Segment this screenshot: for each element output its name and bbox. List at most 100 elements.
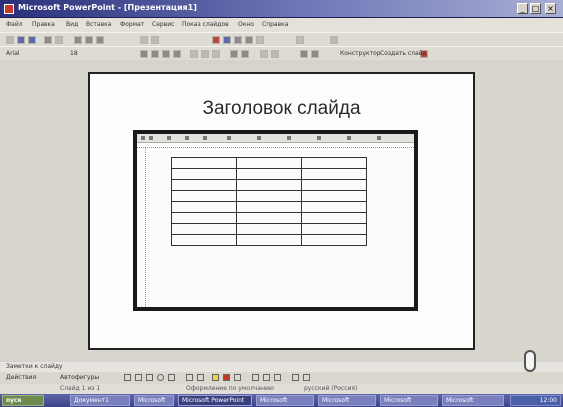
wordart-icon[interactable] — [186, 374, 193, 381]
bold-icon[interactable] — [140, 50, 148, 58]
insert-chart-icon[interactable] — [245, 36, 253, 44]
minimize-button[interactable]: _ — [517, 3, 528, 14]
align-right-icon[interactable] — [212, 50, 220, 58]
table-cell[interactable] — [301, 201, 367, 213]
table-cell[interactable] — [171, 201, 237, 213]
table-cell[interactable] — [171, 212, 237, 224]
taskbar-item[interactable]: Microsoft — [442, 395, 504, 406]
oval-icon[interactable] — [157, 374, 164, 381]
increase-font-icon[interactable] — [260, 50, 268, 58]
tables-icon[interactable] — [223, 36, 231, 44]
print-icon[interactable] — [44, 36, 52, 44]
table-cell[interactable] — [171, 179, 237, 191]
copy-icon[interactable] — [85, 36, 93, 44]
system-tray-clock[interactable]: 12:00 — [510, 395, 561, 406]
3d-icon[interactable] — [303, 374, 310, 381]
table-grid[interactable] — [171, 157, 367, 246]
preview-icon[interactable] — [55, 36, 63, 44]
menu-format[interactable]: Формат — [120, 21, 144, 28]
line-color-icon[interactable] — [223, 374, 230, 381]
align-left-icon[interactable] — [190, 50, 198, 58]
zoom-icon[interactable] — [296, 36, 304, 44]
table-cell[interactable] — [171, 190, 237, 202]
italic-icon[interactable] — [151, 50, 159, 58]
autoshapes-menu[interactable]: Автофигуры — [60, 374, 99, 381]
design-button[interactable]: Конструктор — [340, 50, 381, 57]
taskbar-item[interactable]: Документ1 — [70, 395, 130, 406]
taskbar-item[interactable]: Microsoft — [318, 395, 376, 406]
table-cell[interactable] — [301, 212, 367, 224]
table-cell[interactable] — [301, 179, 367, 191]
menu-view[interactable]: Вид — [66, 21, 78, 28]
slide[interactable]: Заголовок слайда — [88, 72, 475, 350]
redo-icon[interactable] — [151, 36, 159, 44]
menu-slideshow[interactable]: Показ слайдов — [182, 21, 229, 28]
menu-window[interactable]: Окно — [238, 21, 254, 28]
font-color-draw-icon[interactable] — [234, 374, 241, 381]
arrow-icon[interactable] — [135, 374, 142, 381]
table-cell[interactable] — [301, 168, 367, 180]
line-icon[interactable] — [124, 374, 131, 381]
line-style-icon[interactable] — [252, 374, 259, 381]
menu-edit[interactable]: Правка — [32, 21, 55, 28]
taskbar-item-active[interactable]: Microsoft PowerPoint — [178, 395, 252, 406]
table-cell[interactable] — [236, 234, 302, 246]
maximize-button[interactable]: □ — [530, 3, 541, 14]
clipart-icon[interactable] — [197, 374, 204, 381]
paste-icon[interactable] — [96, 36, 104, 44]
shadow-icon[interactable] — [173, 50, 181, 58]
rectangle-icon[interactable] — [146, 374, 153, 381]
table-cell[interactable] — [236, 168, 302, 180]
start-button[interactable]: пуск — [2, 395, 44, 406]
table-cell[interactable] — [171, 168, 237, 180]
menu-tools[interactable]: Сервис — [152, 21, 174, 28]
table-cell[interactable] — [301, 190, 367, 202]
arrow-style-icon[interactable] — [274, 374, 281, 381]
grayscale-icon[interactable] — [256, 36, 264, 44]
menu-file[interactable]: Файл — [6, 21, 23, 28]
demote-icon[interactable] — [300, 50, 308, 58]
font-size-select[interactable]: 18 — [70, 50, 78, 57]
underline-icon[interactable] — [162, 50, 170, 58]
table-cell[interactable] — [236, 201, 302, 213]
table-cell[interactable] — [171, 234, 237, 246]
textbox-icon[interactable] — [168, 374, 175, 381]
table-cell[interactable] — [236, 212, 302, 224]
new-slide-button[interactable]: Создать слайд — [380, 50, 427, 57]
table-cell[interactable] — [301, 223, 367, 235]
fill-color-icon[interactable] — [212, 374, 219, 381]
embedded-word-table[interactable] — [133, 130, 418, 311]
save-icon[interactable] — [28, 36, 36, 44]
table-cell[interactable] — [236, 190, 302, 202]
insert-table-icon[interactable] — [234, 36, 242, 44]
undo-icon[interactable] — [140, 36, 148, 44]
table-cell[interactable] — [301, 234, 367, 246]
table-cell[interactable] — [236, 223, 302, 235]
taskbar-item[interactable]: Microsoft — [380, 395, 438, 406]
shadow-draw-icon[interactable] — [292, 374, 299, 381]
hyperlink-icon[interactable] — [212, 36, 220, 44]
help-icon[interactable] — [330, 36, 338, 44]
table-cell[interactable] — [301, 157, 367, 169]
decrease-font-icon[interactable] — [271, 50, 279, 58]
close-button[interactable]: × — [545, 3, 556, 14]
open-icon[interactable] — [17, 36, 25, 44]
new-icon[interactable] — [6, 36, 14, 44]
table-cell[interactable] — [171, 223, 237, 235]
notes-pane[interactable]: Заметки к слайду — [0, 362, 563, 372]
draw-menu[interactable]: Действия — [6, 374, 36, 381]
slide-title[interactable]: Заголовок слайда — [90, 98, 473, 120]
numbering-icon[interactable] — [230, 50, 238, 58]
dash-style-icon[interactable] — [263, 374, 270, 381]
menu-insert[interactable]: Вставка — [86, 21, 111, 28]
taskbar-item[interactable]: Microsoft — [134, 395, 174, 406]
office-assistant-icon[interactable] — [524, 350, 536, 372]
promote-icon[interactable] — [311, 50, 319, 58]
taskbar-item[interactable]: Microsoft — [256, 395, 314, 406]
font-name-select[interactable]: Arial — [6, 50, 20, 57]
align-center-icon[interactable] — [201, 50, 209, 58]
bullets-icon[interactable] — [241, 50, 249, 58]
table-cell[interactable] — [236, 157, 302, 169]
table-cell[interactable] — [236, 179, 302, 191]
table-cell[interactable] — [171, 157, 237, 169]
